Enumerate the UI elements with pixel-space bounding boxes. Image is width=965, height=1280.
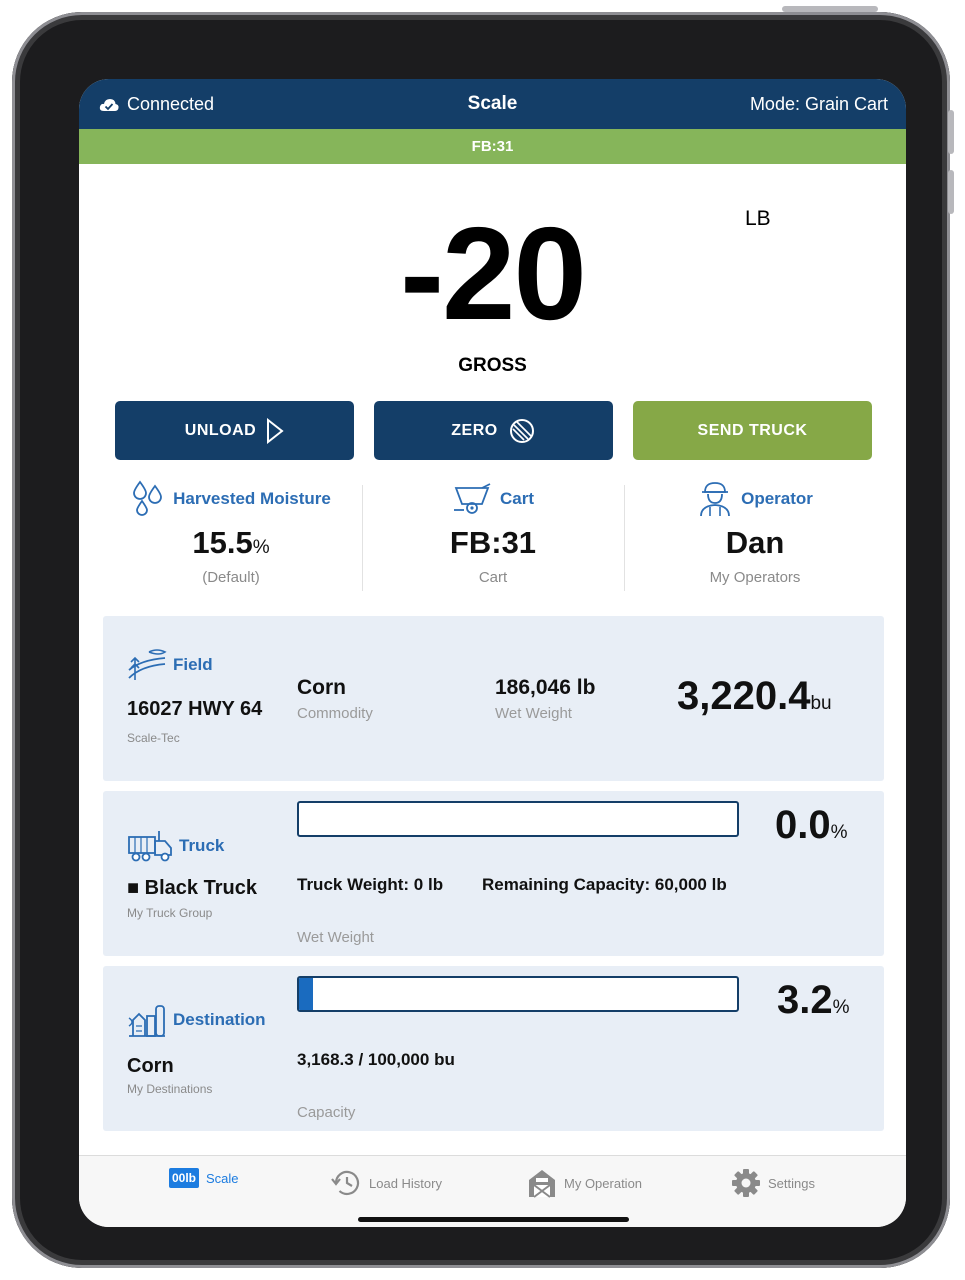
weight-readout: -20 — [400, 200, 587, 347]
operator-sub: My Operators — [709, 569, 801, 586]
send-truck-button[interactable]: SEND TRUCK — [633, 401, 872, 460]
bushels-value: 3,220.4bu — [677, 674, 832, 718]
scale-icon: 00lb — [169, 1168, 200, 1188]
destination-progress-bar — [297, 976, 739, 1012]
field-card-label: Field — [173, 655, 213, 674]
commodity-label: Commodity — [297, 705, 373, 722]
truck-percent: 0.0% — [775, 803, 848, 847]
commodity-value: Corn — [297, 676, 346, 699]
moisture-info[interactable]: Harvested Moisture 15.5% (Default) — [100, 479, 362, 594]
wet-weight-value: 186,046 lb — [495, 676, 596, 699]
farmer-icon — [700, 482, 730, 517]
app-screen: Connected Scale Mode: Grain Cart FB:31 -… — [79, 79, 906, 1227]
cart-banner: FB:31 — [79, 129, 906, 164]
volume-down-button — [948, 170, 954, 214]
tab-scale-label: Scale — [206, 1170, 239, 1186]
destination-group: My Destinations — [127, 1082, 213, 1096]
destination-percent: 3.2% — [777, 978, 850, 1022]
destination-card[interactable]: Destination Corn My Destinations 3.2% 3,… — [103, 966, 884, 1131]
gear-icon — [732, 1169, 760, 1197]
cart-value: FB:31 — [449, 525, 537, 560]
destination-card-heading: Destination — [127, 1002, 266, 1038]
field-owner: Scale-Tec — [127, 731, 180, 745]
destination-name: Corn — [127, 1055, 174, 1077]
unload-button[interactable]: UNLOAD — [115, 401, 354, 460]
unload-button-label: UNLOAD — [184, 421, 257, 439]
truck-weight: Truck Weight: 0 lb — [297, 875, 444, 894]
bottom-tab-bar: 00lb Scale Load History My Operation Set… — [79, 1155, 906, 1227]
tab-scale[interactable]: 00lb Scale — [169, 1168, 239, 1188]
zero-slash-icon — [509, 418, 534, 443]
destination-amount: 3,168.3 / 100,000 bu — [297, 1050, 455, 1069]
weight-unit[interactable]: LB — [745, 207, 771, 231]
tab-load-history-label: Load History — [369, 1175, 442, 1191]
field-card[interactable]: Field 16027 HWY 64 Scale-Tec Corn Commod… — [103, 616, 884, 781]
truck-name: ■ Black Truck — [127, 877, 257, 899]
tab-my-operation-label: My Operation — [564, 1175, 643, 1191]
tab-load-history[interactable]: Load History — [330, 1168, 442, 1198]
top-bar: Connected Scale Mode: Grain Cart — [79, 79, 906, 129]
zero-button[interactable]: ZERO — [374, 401, 613, 460]
moisture-label: Harvested Moisture — [173, 489, 331, 508]
destination-basis: Capacity — [297, 1104, 356, 1121]
tab-settings-label: Settings — [768, 1175, 815, 1191]
operator-value: Dan — [725, 525, 785, 560]
remaining-capacity: Remaining Capacity: 60,000 lb — [482, 875, 727, 894]
field-name: 16027 HWY 64 — [127, 698, 263, 720]
operator-label: Operator — [741, 489, 813, 508]
truck-group: My Truck Group — [127, 906, 213, 920]
truck-progress-bar — [297, 801, 739, 837]
weight-type-label[interactable]: GROSS — [79, 355, 906, 377]
history-icon — [331, 1170, 360, 1196]
field-icon — [128, 649, 167, 680]
semi-truck-icon — [128, 831, 172, 862]
moisture-value: 15.5% — [192, 525, 270, 560]
field-card-heading: Field — [127, 648, 213, 682]
cart-info[interactable]: Cart FB:31 Cart — [362, 479, 624, 594]
water-drops-icon — [133, 480, 163, 516]
truck-basis: Wet Weight — [297, 929, 374, 946]
cart-label: Cart — [499, 489, 534, 508]
destination-card-label: Destination — [173, 1010, 266, 1029]
grain-elevator-icon — [128, 1005, 165, 1037]
zero-button-label: ZERO — [451, 421, 498, 439]
tab-my-operation[interactable]: My Operation — [527, 1168, 642, 1198]
power-button — [782, 6, 878, 12]
moisture-sub: (Default) — [202, 569, 260, 586]
send-truck-button-label: SEND TRUCK — [697, 421, 808, 439]
mode-indicator[interactable]: Mode: Grain Cart — [750, 94, 888, 115]
truck-card-label: Truck — [179, 836, 225, 855]
tab-settings[interactable]: Settings — [731, 1168, 815, 1198]
cart-sub: Cart — [478, 569, 508, 586]
truck-card[interactable]: Truck ■ Black Truck My Truck Group 0.0% … — [103, 791, 884, 956]
truck-color-marker: ■ — [127, 877, 140, 899]
home-indicator — [358, 1217, 629, 1222]
operator-info[interactable]: Operator Dan My Operators — [624, 479, 886, 594]
wet-weight-label: Wet Weight — [495, 705, 572, 722]
volume-up-button — [948, 110, 954, 154]
barn-icon — [529, 1170, 555, 1198]
grain-cart-icon — [453, 483, 491, 514]
tablet-frame: Connected Scale Mode: Grain Cart FB:31 -… — [12, 6, 954, 1268]
play-outline-icon — [267, 417, 284, 444]
truck-card-heading: Truck — [127, 829, 224, 863]
destination-progress-fill — [299, 978, 314, 1010]
